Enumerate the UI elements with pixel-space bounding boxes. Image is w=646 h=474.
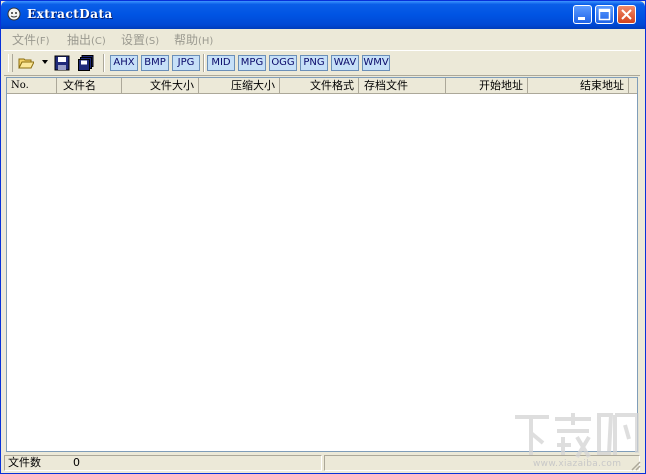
status-pane-count: 文件数 0: [4, 455, 322, 471]
column-header-archive[interactable]: 存档文件: [359, 78, 446, 93]
dropdown-arrow-icon[interactable]: [42, 59, 48, 65]
close-button[interactable]: [617, 5, 636, 24]
filter-png-button[interactable]: PNG: [300, 55, 328, 71]
filter-ogg-button[interactable]: OGG: [269, 55, 297, 71]
menu-settings-label: 设置: [121, 33, 146, 47]
menu-file-key: (F): [36, 36, 50, 47]
column-header-compressed-size[interactable]: 压缩大小: [199, 78, 280, 93]
column-header-filesize[interactable]: 文件大小: [122, 78, 199, 93]
filter-wmv-button[interactable]: WMV: [362, 55, 390, 71]
menu-bar: 文件(F) 抽出(C) 设置(S) 帮助(H): [4, 29, 640, 47]
menu-extract-label: 抽出: [67, 33, 92, 47]
menu-extract[interactable]: 抽出(C): [67, 31, 106, 48]
file-count-label: 文件数: [8, 456, 41, 469]
column-header-no[interactable]: No.: [7, 78, 57, 93]
file-list[interactable]: No. 文件名 文件大小 压缩大小 文件格式 存档文件 开始地址 结束地址: [6, 77, 638, 452]
save-icon[interactable]: [54, 55, 70, 71]
menu-extract-key: (C): [91, 36, 106, 47]
watermark-url: www.xiazaiba.com: [533, 459, 622, 469]
filter-jpg-button[interactable]: JPG: [172, 55, 200, 71]
minimize-icon: [578, 17, 585, 20]
column-header-filename[interactable]: 文件名: [57, 78, 122, 93]
minimize-button[interactable]: [573, 5, 592, 24]
toolbar: AHX BMP JPG MID MPG OGG PNG WAV WMV: [4, 50, 640, 76]
filter-wav-button[interactable]: WAV: [331, 55, 359, 71]
close-icon: [621, 9, 632, 20]
maximize-button[interactable]: [595, 5, 614, 24]
menu-settings[interactable]: 设置(S): [121, 31, 159, 48]
main-window: ExtractData 文件(F) 抽出(C) 设置(S) 帮助(H) AHX …: [0, 0, 646, 474]
toolbar-separator: [103, 54, 105, 72]
filter-mpg-button[interactable]: MPG: [238, 55, 266, 71]
save-all-icon[interactable]: [78, 55, 94, 71]
menu-help-label: 帮助: [174, 33, 199, 47]
column-header-format[interactable]: 文件格式: [280, 78, 359, 93]
toolbar-separator: [203, 54, 205, 72]
column-header-end-address[interactable]: 结束地址: [528, 78, 629, 93]
menu-help-key: (H): [198, 36, 214, 47]
filter-bmp-button[interactable]: BMP: [141, 55, 169, 71]
column-header-start-address[interactable]: 开始地址: [446, 78, 528, 93]
filter-ahx-button[interactable]: AHX: [110, 55, 138, 71]
file-count-value: 0: [73, 456, 80, 469]
toolbar-grip[interactable]: [8, 54, 13, 72]
title-bar[interactable]: ExtractData: [1, 1, 645, 29]
menu-help[interactable]: 帮助(H): [174, 31, 213, 48]
menu-settings-key: (S): [145, 36, 160, 47]
menu-file-label: 文件: [12, 33, 37, 47]
open-folder-icon[interactable]: [18, 55, 34, 71]
maximize-icon: [598, 8, 611, 21]
list-header: No. 文件名 文件大小 压缩大小 文件格式 存档文件 开始地址 结束地址: [7, 78, 637, 94]
app-icon: [7, 7, 21, 21]
window-title: ExtractData: [27, 7, 113, 21]
menu-file[interactable]: 文件(F): [12, 31, 50, 48]
filter-mid-button[interactable]: MID: [207, 55, 235, 71]
